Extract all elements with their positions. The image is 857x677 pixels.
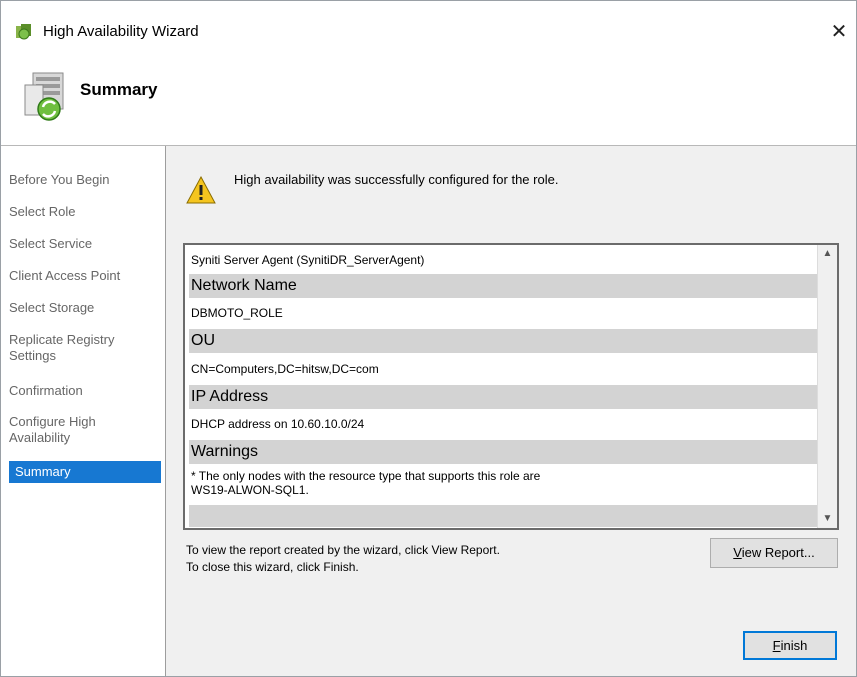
page-title: Summary bbox=[80, 80, 158, 99]
scroll-down-arrow-icon[interactable]: ▼ bbox=[818, 510, 837, 528]
server-wizard-icon bbox=[24, 72, 64, 121]
status-message: High availability was successfully confi… bbox=[234, 172, 559, 187]
nav-step-confirmation[interactable]: Confirmation bbox=[9, 383, 161, 399]
finish-button[interactable]: Finish bbox=[743, 631, 837, 660]
summary-report-box[interactable]: Syniti Server Agent (SynitiDR_ServerAgen… bbox=[183, 243, 839, 530]
nav-step-replicate-registry-settings[interactable]: Replicate Registry Settings bbox=[9, 332, 161, 364]
nav-step-select-storage[interactable]: Select Storage bbox=[9, 300, 161, 316]
report-ip-value: DHCP address on 10.60.10.0/24 bbox=[191, 417, 365, 431]
finish-accel: F bbox=[772, 638, 781, 653]
page-header: Summary bbox=[1, 49, 856, 146]
nav-step-summary[interactable]: Summary bbox=[9, 461, 161, 483]
warning-icon bbox=[186, 176, 216, 204]
report-network-name-header: Network Name bbox=[189, 274, 819, 298]
view-report-label: iew Report... bbox=[741, 545, 815, 560]
finish-hint: To close this wizard, click Finish. bbox=[186, 560, 359, 574]
report-ou-value: CN=Computers,DC=hitsw,DC=com bbox=[191, 362, 379, 376]
report-ip-header: IP Address bbox=[189, 385, 819, 409]
report-warnings-line-2: WS19-ALWON-SQL1. bbox=[191, 483, 309, 497]
view-report-accel: V bbox=[733, 545, 742, 560]
report-warnings-line-1: * The only nodes with the resource type … bbox=[191, 469, 541, 483]
nav-step-client-access-point[interactable]: Client Access Point bbox=[9, 268, 161, 284]
report-ou-header: OU bbox=[189, 329, 819, 353]
report-content: Syniti Server Agent (SynitiDR_ServerAgen… bbox=[185, 245, 819, 528]
scroll-up-arrow-icon[interactable]: ▲ bbox=[818, 245, 837, 263]
report-warnings-header: Warnings bbox=[189, 440, 819, 464]
wizard-steps-nav: Before You Begin Select Role Select Serv… bbox=[1, 146, 166, 676]
report-footer-band bbox=[189, 505, 817, 527]
nav-step-select-role[interactable]: Select Role bbox=[9, 204, 161, 220]
nav-step-configure-high-availability[interactable]: Configure High Availability bbox=[9, 414, 161, 446]
view-report-button[interactable]: View Report... bbox=[710, 538, 838, 568]
report-network-name-value: DBMOTO_ROLE bbox=[191, 306, 283, 320]
title-bar[interactable]: High Availability Wizard ✕ bbox=[1, 9, 856, 49]
report-role-line: Syniti Server Agent (SynitiDR_ServerAgen… bbox=[191, 253, 425, 267]
footer-divider bbox=[166, 611, 856, 612]
view-report-hint: To view the report created by the wizard… bbox=[186, 543, 500, 557]
nav-step-before-you-begin[interactable]: Before You Begin bbox=[9, 172, 161, 188]
summary-content: High availability was successfully confi… bbox=[166, 146, 856, 676]
nav-step-select-service[interactable]: Select Service bbox=[9, 236, 161, 252]
wizard-app-icon bbox=[16, 24, 31, 40]
finish-label: inish bbox=[780, 638, 808, 653]
close-button[interactable]: ✕ bbox=[824, 19, 854, 45]
wizard-window: High Availability Wizard ✕ Summary Befor… bbox=[0, 0, 857, 677]
window-title: High Availability Wizard bbox=[43, 23, 199, 40]
top-edge bbox=[1, 1, 856, 7]
close-icon: ✕ bbox=[830, 21, 848, 43]
report-vertical-scrollbar[interactable]: ▲ ▼ bbox=[817, 245, 837, 528]
